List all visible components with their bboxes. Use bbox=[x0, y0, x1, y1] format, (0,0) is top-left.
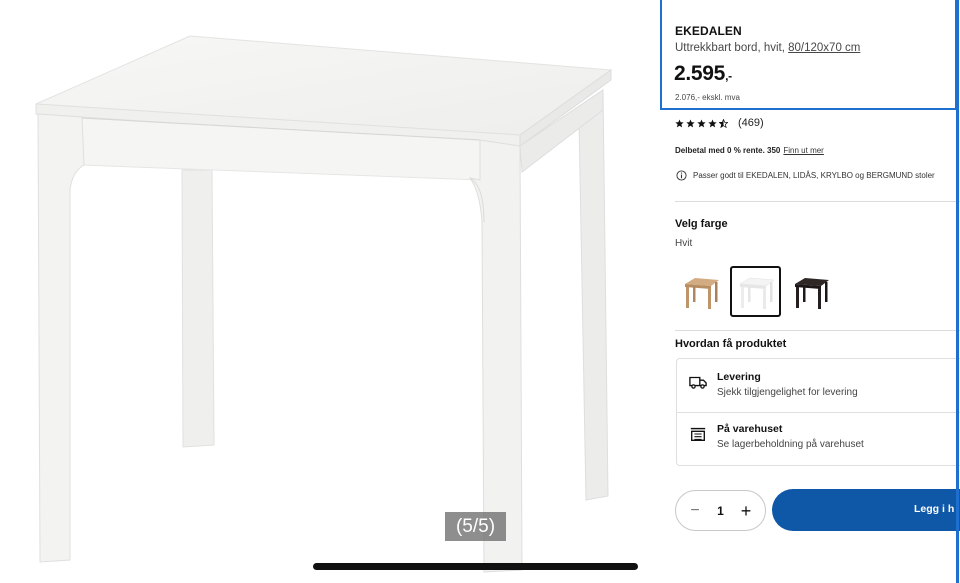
selected-color: Hvit bbox=[675, 238, 693, 249]
delivery-title: Levering bbox=[717, 371, 761, 383]
star-icon bbox=[675, 118, 684, 127]
fits-with-info: Passer godt til EKEDALEN, LIDÅS, KRYLBO … bbox=[676, 170, 935, 181]
fulfillment-divider bbox=[677, 412, 960, 413]
color-swatch-hvit[interactable] bbox=[730, 266, 781, 317]
home-indicator-bar[interactable] bbox=[313, 563, 638, 570]
quantity-stepper: − 1 + bbox=[675, 490, 766, 531]
dark-brown-table-thumbnail bbox=[794, 277, 829, 309]
add-to-cart-button[interactable]: Legg i h bbox=[772, 489, 960, 531]
increase-quantity-button[interactable]: + bbox=[738, 502, 754, 520]
store-subtitle: Se lagerbeholdning på varehuset bbox=[717, 439, 864, 450]
product-image[interactable] bbox=[0, 0, 660, 583]
delivery-subtitle: Sjekk tilgjengelighet for levering bbox=[717, 387, 858, 398]
highlight-frame bbox=[660, 0, 957, 110]
birch-table-thumbnail bbox=[684, 277, 719, 309]
table-illustration bbox=[35, 35, 613, 573]
fulfillment-heading: Hvordan få produktet bbox=[675, 338, 787, 350]
color-heading: Velg farge bbox=[675, 218, 728, 230]
color-swatch-morkebrun[interactable] bbox=[785, 266, 836, 317]
installment-link[interactable]: Finn ut mer bbox=[783, 146, 823, 155]
truck-icon bbox=[689, 376, 707, 389]
quantity-value: 1 bbox=[717, 503, 724, 518]
divider bbox=[675, 330, 960, 331]
half-star-icon bbox=[719, 118, 728, 128]
fulfillment-options: Levering Sjekk tilgjengelighet for lever… bbox=[676, 358, 960, 466]
star-icon bbox=[686, 118, 695, 127]
decrease-quantity-button[interactable]: − bbox=[687, 502, 703, 519]
page-indicator: (5/5) bbox=[445, 512, 506, 541]
store-option[interactable]: På varehuset Se lagerbeholdning på vareh… bbox=[689, 423, 864, 450]
white-table-thumbnail bbox=[738, 277, 775, 309]
highlight-edge bbox=[956, 0, 959, 583]
add-to-cart-label: Legg i h bbox=[914, 503, 955, 515]
star-icon bbox=[708, 118, 717, 127]
info-icon bbox=[676, 170, 687, 181]
star-icon bbox=[697, 118, 706, 127]
rating[interactable]: (469) bbox=[675, 117, 764, 129]
installment-text: Delbetal med 0 % rente. 350 bbox=[675, 146, 781, 155]
store-title: På varehuset bbox=[717, 423, 783, 435]
rating-count: (469) bbox=[738, 117, 764, 129]
installment-info: Delbetal med 0 % rente. 350 Finn ut mer bbox=[675, 146, 824, 155]
divider bbox=[675, 201, 960, 202]
delivery-option[interactable]: Levering Sjekk tilgjengelighet for lever… bbox=[689, 371, 858, 398]
store-icon bbox=[690, 427, 706, 441]
fits-with-text: Passer godt til EKEDALEN, LIDÅS, KRYLBO … bbox=[693, 171, 935, 180]
color-swatch-bjork[interactable] bbox=[675, 266, 726, 317]
